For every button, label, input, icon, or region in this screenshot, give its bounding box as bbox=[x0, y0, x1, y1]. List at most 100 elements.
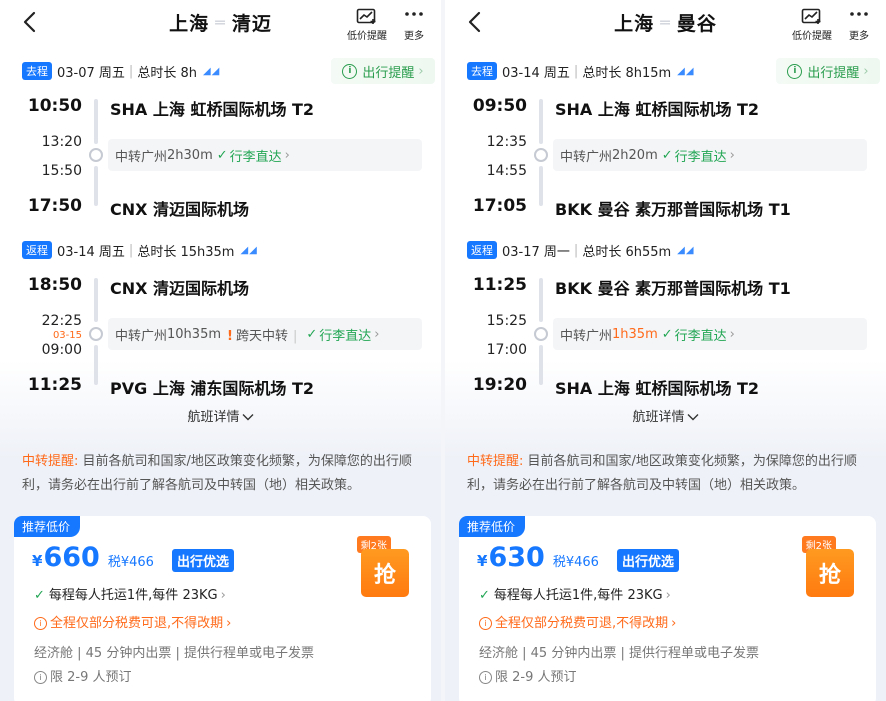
outbound-leg-header: 去程 03-07 周五 | 总时长 8h ◢◢ bbox=[22, 61, 220, 81]
chevron-right-icon: › bbox=[418, 63, 424, 79]
fare-info: 经济舱 | 45 分钟内出票 | 提供行程单或电子发票 bbox=[479, 646, 759, 661]
fare-card[interactable]: 推荐低价 ¥660 税¥466 出行优选 剩2张 抢 ✓ 每程每人托运1件,每件 2… bbox=[14, 516, 431, 701]
outbound-leg-header: 去程 03-14 周五 | 总时长 8h15m ◢◢ bbox=[467, 61, 695, 81]
more-label: 更多 bbox=[849, 31, 869, 42]
chevron-down-icon bbox=[242, 414, 253, 421]
book-button[interactable]: 抢 bbox=[806, 549, 854, 597]
return-date: 03-14 周五 bbox=[57, 244, 125, 260]
booking-limit-text: 限 2-9 人预订 bbox=[495, 670, 577, 685]
return-transfer-info[interactable]: 中转广州 1h35m ✓ 行李直达 › bbox=[553, 318, 867, 350]
stop-dot-icon bbox=[534, 327, 548, 341]
booking-limit: i限 2-9 人预订 bbox=[34, 666, 132, 685]
chevron-right-icon: › bbox=[863, 63, 869, 79]
check-icon: ✓ bbox=[34, 588, 45, 603]
outbound-departure-time: 10:50 bbox=[27, 96, 82, 116]
return-arrival-airport: PVG 上海 浦东国际机场 T2 bbox=[110, 379, 315, 398]
chevron-down-icon bbox=[687, 414, 698, 421]
refund-policy-text: 全程仅部分税费可退,不得改期 bbox=[495, 616, 669, 631]
return-date: 03-17 周一 bbox=[502, 244, 570, 260]
origin-city: 上海 bbox=[169, 13, 210, 35]
destination-city: 曼谷 bbox=[676, 13, 717, 35]
check-icon: ✓ bbox=[661, 326, 673, 342]
more-dots-icon bbox=[405, 12, 423, 16]
airline-logo-icon: ◢◢ bbox=[677, 65, 695, 77]
refund-policy[interactable]: i 全程仅部分税费可退,不得改期 › bbox=[479, 612, 676, 631]
stop-dot-icon bbox=[534, 148, 548, 162]
return-departure-time: 11:25 bbox=[472, 275, 527, 295]
outbound-arrival-time: 17:05 bbox=[472, 196, 527, 216]
notice-label: 中转提醒: bbox=[467, 454, 524, 469]
check-icon: ✓ bbox=[661, 147, 673, 163]
airline-logo-icon: ◢◢ bbox=[202, 65, 221, 77]
chevron-right-icon: › bbox=[729, 326, 735, 342]
return-stop-departure: 17:00 bbox=[486, 342, 527, 358]
route-line bbox=[539, 166, 543, 206]
price-alert-label: 低价提醒 bbox=[792, 31, 832, 42]
transfer-duration: 10h35m bbox=[167, 326, 222, 342]
chevron-right-icon: › bbox=[226, 616, 232, 631]
airline-logo-icon: ◢◢ bbox=[240, 244, 258, 256]
return-arrival-time: 19:20 bbox=[472, 375, 527, 395]
outbound-transfer-info[interactable]: 中转广州 2h20m ✓ 行李直达 › bbox=[553, 139, 867, 171]
return-duration: 总时长 15h35m bbox=[137, 244, 235, 260]
route-separator-icon: ═ bbox=[215, 13, 226, 32]
transfer-city: 中转广州 bbox=[115, 328, 168, 344]
return-arrival-airport: SHA 上海 虹桥国际机场 T2 bbox=[555, 379, 760, 398]
more-dots-icon bbox=[850, 12, 868, 16]
chevron-right-icon: › bbox=[374, 326, 380, 342]
booking-limit-text: 限 2-9 人预订 bbox=[50, 670, 132, 685]
flight-details-toggle[interactable]: 航班详情 bbox=[0, 406, 441, 425]
travel-reminder-button[interactable]: i 出行提醒 › bbox=[331, 58, 435, 84]
stop-dot-icon bbox=[89, 148, 103, 162]
chevron-right-icon: › bbox=[220, 588, 226, 603]
outbound-transfer-info[interactable]: 中转广州 2h30m ✓ 行李直达 › bbox=[108, 139, 422, 171]
preferred-badge: 出行优选 bbox=[172, 549, 235, 572]
more-button[interactable]: 更多 bbox=[848, 8, 870, 42]
outbound-arrival-airport: CNX 清迈国际机场 bbox=[110, 200, 250, 219]
flight-details-label: 航班详情 bbox=[632, 410, 685, 425]
book-button[interactable]: 抢 bbox=[361, 549, 409, 597]
transfer-city: 中转广州 bbox=[115, 149, 168, 165]
return-departure-airport: BKK 曼谷 素万那普国际机场 T1 bbox=[555, 279, 791, 298]
outbound-duration: 总时长 8h15m bbox=[582, 65, 672, 81]
notice-text: 目前各航司和国家/地区政策变化频繁，为保障您的出行顺利，请务必在出行前了解各航司… bbox=[22, 454, 412, 493]
warning-icon: ! bbox=[227, 328, 233, 344]
fare-price: ¥660 税¥466 bbox=[32, 542, 154, 573]
price-amount: 660 bbox=[43, 542, 100, 573]
baggage-allowance[interactable]: ✓ 每程每人托运1件,每件 23KG › bbox=[479, 584, 671, 603]
airline-logo-icon: ◢◢ bbox=[677, 244, 695, 256]
transfer-city: 中转广州 bbox=[560, 328, 613, 344]
price-alert-button[interactable]: 低价提醒 bbox=[347, 8, 387, 42]
return-stop-arrival: 15:25 bbox=[486, 313, 527, 329]
flight-details-label: 航班详情 bbox=[187, 410, 240, 425]
chevron-right-icon: › bbox=[671, 616, 677, 631]
baggage-allowance-text: 每程每人托运1件,每件 23KG bbox=[48, 588, 218, 603]
return-tag: 返程 bbox=[467, 241, 497, 259]
refund-policy[interactable]: i 全程仅部分税费可退,不得改期 › bbox=[34, 612, 231, 631]
price-alert-button[interactable]: 低价提醒 bbox=[792, 8, 832, 42]
baggage-through-label: 行李直达 bbox=[674, 328, 727, 344]
travel-reminder-button[interactable]: i 出行提醒 › bbox=[776, 58, 880, 84]
return-transfer-info[interactable]: 中转广州 10h35m ! 跨天中转 | ✓ 行李直达 › bbox=[108, 318, 422, 350]
return-departure-airport: CNX 清迈国际机场 bbox=[110, 279, 250, 298]
outbound-departure-time: 09:50 bbox=[472, 96, 527, 116]
baggage-allowance[interactable]: ✓ 每程每人托运1件,每件 23KG › bbox=[34, 584, 226, 603]
return-stop-departure: 09:00 bbox=[41, 342, 82, 358]
header-bar: 上海 ═ 清迈 低价提醒 更多 bbox=[0, 0, 441, 46]
divider: | bbox=[573, 63, 579, 79]
return-stop-next-day: 03-15 bbox=[52, 330, 82, 341]
outbound-tag: 去程 bbox=[22, 62, 52, 80]
flight-details-toggle[interactable]: 航班详情 bbox=[445, 406, 886, 425]
more-button[interactable]: 更多 bbox=[403, 8, 425, 42]
outbound-arrival-time: 17:50 bbox=[27, 196, 82, 216]
transfer-notice: 中转提醒: 目前各航司和国家/地区政策变化频繁，为保障您的出行顺利，请务必在出行… bbox=[467, 450, 864, 498]
fare-card[interactable]: 推荐低价 ¥630 税¥466 出行优选 剩2张 抢 ✓ 每程每人托运1件,每件 2… bbox=[459, 516, 876, 701]
currency-symbol: ¥ bbox=[477, 552, 488, 570]
baggage-through-label: 行李直达 bbox=[319, 328, 372, 344]
tax-amount: 税¥466 bbox=[107, 555, 154, 570]
divider: | bbox=[573, 242, 579, 258]
outbound-date: 03-14 周五 bbox=[502, 65, 570, 81]
outbound-duration: 总时长 8h bbox=[137, 65, 197, 81]
info-icon: i bbox=[787, 63, 803, 79]
chevron-right-icon: › bbox=[729, 147, 735, 163]
